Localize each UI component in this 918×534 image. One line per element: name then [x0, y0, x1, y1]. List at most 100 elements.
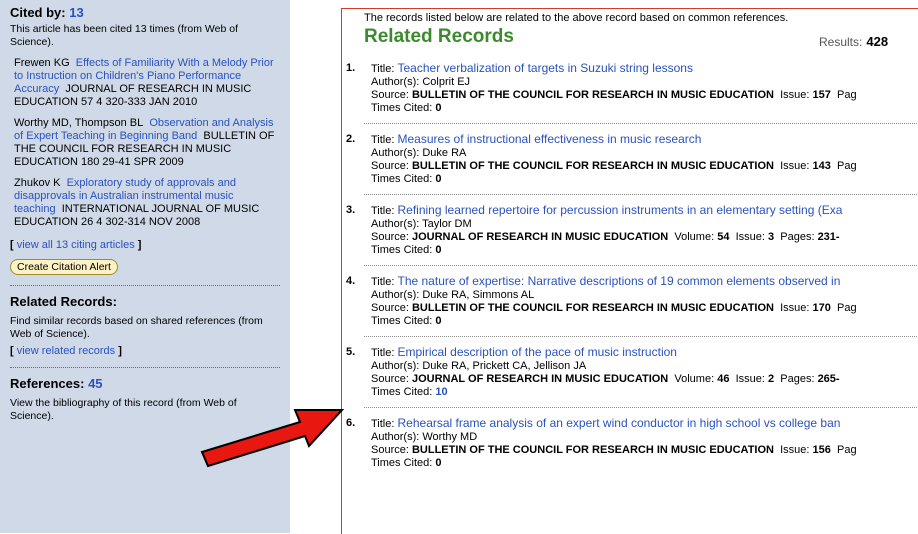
title-label: Title: — [371, 418, 395, 430]
record-item: 5. Title: Empirical description of the p… — [342, 346, 918, 399]
title-label: Title: — [371, 63, 395, 75]
bracket-open: [ — [10, 239, 14, 251]
citation-item: Worthy MD, Thompson BL Observation and A… — [10, 117, 280, 169]
record-item: 3. Title: Refining learned repertoire fo… — [342, 204, 918, 257]
record-title-link[interactable]: Teacher verbalization of targets in Suzu… — [398, 61, 693, 75]
record-title-link[interactable]: Measures of instructional effectiveness … — [398, 132, 702, 146]
related-records-section: Related Records: Find similar records ba… — [0, 286, 290, 357]
record-divider — [364, 336, 918, 337]
panel-header: Related Records Results: 428 — [342, 24, 918, 52]
cited-by-label: Cited by: — [10, 5, 66, 20]
record-issue: 170 — [812, 302, 831, 314]
issue-label: Issue: — [735, 373, 765, 385]
authors-label: Author(s): — [371, 360, 420, 372]
record-times-cited: 0 — [435, 244, 442, 256]
citation-authors: Zhukov K — [14, 177, 61, 189]
record-title-link[interactable]: Empirical description of the pace of mus… — [398, 345, 677, 359]
pages-label: Pages: — [780, 373, 815, 385]
record-title-link[interactable]: Rehearsal frame analysis of an expert wi… — [398, 416, 841, 430]
record-source: BULLETIN OF THE COUNCIL FOR RESEARCH IN … — [411, 89, 774, 101]
pages-label-truncated: Pag — [837, 89, 857, 101]
times-cited-label: Times Cited: — [371, 102, 433, 114]
record-item: 6. Title: Rehearsal frame analysis of an… — [342, 417, 918, 470]
title-label: Title: — [371, 134, 395, 146]
title-label: Title: — [371, 205, 395, 217]
record-title-link[interactable]: The nature of expertise: Narrative descr… — [398, 274, 841, 288]
view-related-records-link[interactable]: view related records — [17, 345, 115, 357]
issue-label: Issue: — [780, 89, 810, 101]
record-pages: 231- — [817, 231, 840, 243]
references-label: References: — [10, 376, 85, 391]
record-title-link[interactable]: Refining learned repertoire for percussi… — [398, 203, 843, 217]
record-issue: 143 — [812, 160, 831, 172]
authors-label: Author(s): — [371, 147, 420, 159]
authors-label: Author(s): — [371, 431, 420, 443]
record-times-cited: 0 — [435, 457, 442, 469]
times-cited-label: Times Cited: — [371, 244, 433, 256]
intro-text: The records listed below are related to … — [364, 12, 789, 24]
times-cited-label: Times Cited: — [371, 173, 433, 185]
record-authors: Taylor DM — [422, 218, 472, 230]
record-number: 1. — [346, 62, 356, 74]
record-divider — [364, 407, 918, 408]
record-times-cited: 0 — [435, 173, 442, 185]
source-label: Source: — [371, 89, 409, 101]
record-authors: Colprit EJ — [422, 76, 471, 88]
cited-by-section: Cited by: 13 This article has been cited… — [0, 0, 290, 275]
create-citation-alert-button[interactable]: Create Citation Alert — [10, 259, 118, 275]
record-times-cited: 0 — [435, 315, 442, 327]
record-issue: 156 — [812, 444, 831, 456]
record-issue: 3 — [768, 231, 775, 243]
pages-label-truncated: Pag — [837, 302, 857, 314]
record-authors: Duke RA, Prickett CA, Jellison JA — [422, 360, 587, 372]
record-item: 4. Title: The nature of expertise: Narra… — [342, 275, 918, 328]
authors-label: Author(s): — [371, 289, 420, 301]
issue-label: Issue: — [780, 302, 810, 314]
view-all-citing-link[interactable]: view all 13 citing articles — [17, 239, 135, 251]
source-label: Source: — [371, 231, 409, 243]
bracket-open: [ — [10, 345, 14, 357]
record-divider — [364, 123, 918, 124]
view-related-records: [ view related records ] — [10, 345, 280, 357]
record-issue: 2 — [768, 373, 775, 385]
issue-label: Issue: — [780, 444, 810, 456]
record-number: 6. — [346, 417, 356, 429]
record-number: 2. — [346, 133, 356, 145]
annotation-arrow-icon — [200, 409, 345, 468]
authors-label: Author(s): — [371, 218, 420, 230]
record-pages: 265- — [817, 373, 840, 385]
cited-by-heading: Cited by: 13 — [10, 5, 280, 20]
times-cited-label: Times Cited: — [371, 457, 433, 469]
title-label: Title: — [371, 276, 395, 288]
record-number: 5. — [346, 346, 356, 358]
authors-label: Author(s): — [371, 76, 420, 88]
record-authors: Duke RA — [422, 147, 467, 159]
record-number: 3. — [346, 204, 356, 216]
related-records-description: Find similar records based on shared ref… — [10, 315, 263, 340]
record-times-cited-link[interactable]: 10 — [435, 386, 447, 398]
source-label: Source: — [371, 444, 409, 456]
record-authors: Worthy MD — [422, 431, 478, 443]
pages-label-truncated: Pag — [837, 444, 857, 456]
related-records-heading: Related Records: — [10, 294, 117, 309]
references-heading: References: 45 — [10, 376, 280, 391]
record-source: JOURNAL OF RESEARCH IN MUSIC EDUCATION — [411, 231, 669, 243]
pages-label-truncated: Pag — [837, 160, 857, 172]
citation-authors: Frewen KG — [14, 57, 70, 69]
results-label: Results: — [819, 35, 863, 49]
cited-by-count[interactable]: 13 — [69, 5, 83, 20]
references-count[interactable]: 45 — [88, 376, 102, 391]
source-label: Source: — [371, 373, 409, 385]
view-all-citing: [ view all 13 citing articles ] — [10, 239, 280, 251]
title-label: Title: — [371, 347, 395, 359]
record-volume: 54 — [717, 231, 730, 243]
page-title: Related Records — [364, 26, 514, 47]
citation-item: Frewen KG Effects of Familiarity With a … — [10, 57, 280, 109]
times-cited-label: Times Cited: — [371, 386, 433, 398]
bracket-close: ] — [118, 345, 122, 357]
source-label: Source: — [371, 160, 409, 172]
record-authors: Duke RA, Simmons AL — [422, 289, 535, 301]
issue-label: Issue: — [780, 160, 810, 172]
record-times-cited: 0 — [435, 102, 442, 114]
record-source: BULLETIN OF THE COUNCIL FOR RESEARCH IN … — [411, 160, 774, 172]
